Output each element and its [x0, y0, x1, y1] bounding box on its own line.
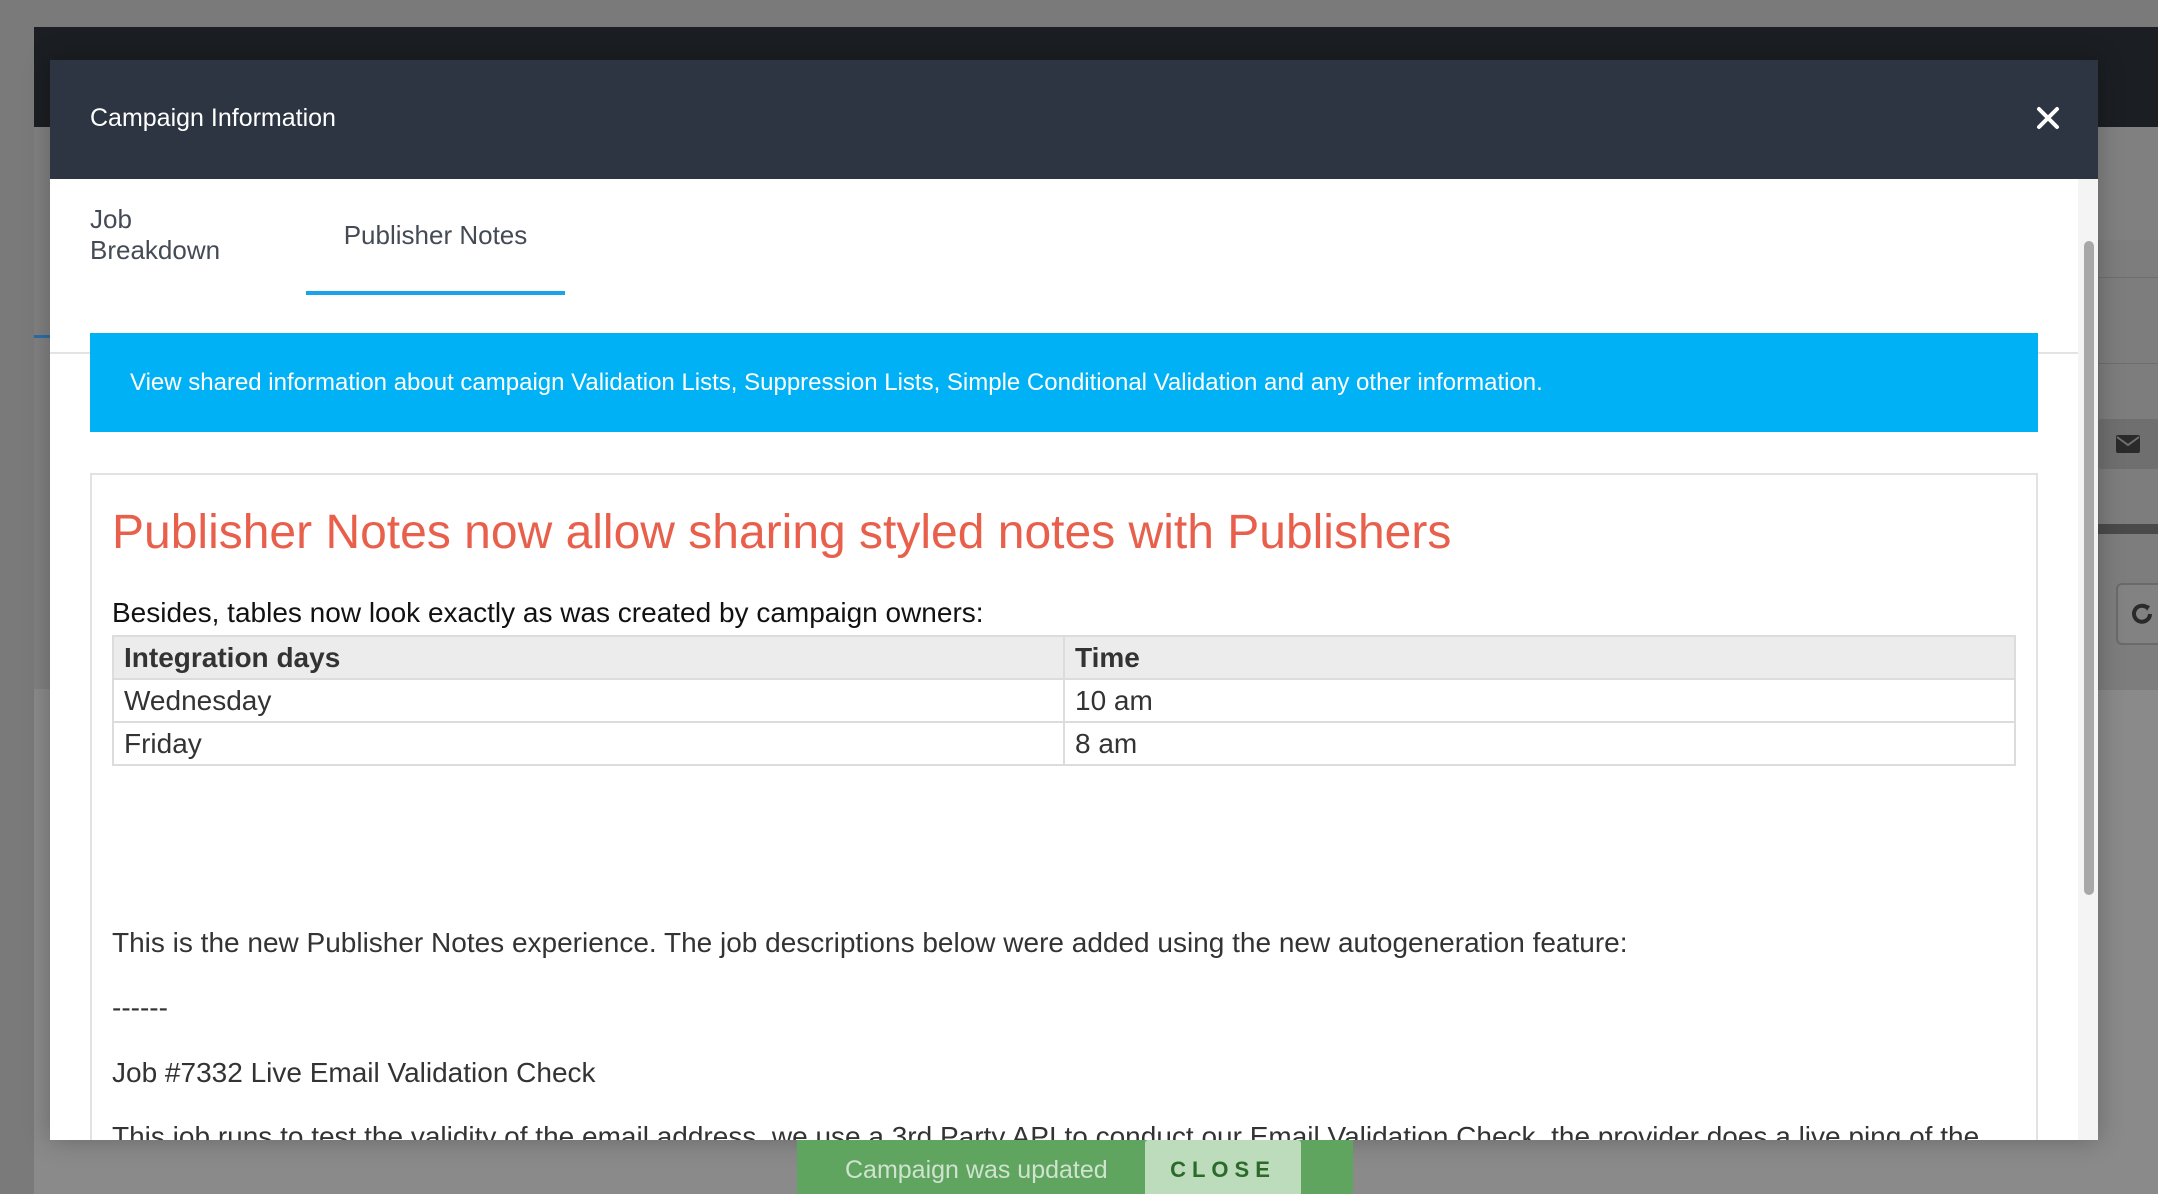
table-row: Wednesday 10 am: [112, 678, 2016, 723]
job-title: Job #7332 Live Email Validation Check: [112, 1057, 596, 1088]
modal-close-button[interactable]: [2028, 98, 2068, 138]
modal-tabs: Job Breakdown Publisher Notes: [50, 179, 2078, 354]
toast-message: Campaign was updated: [845, 1155, 1108, 1184]
refresh-icon: [2132, 603, 2152, 624]
envelope-icon: [2116, 435, 2140, 453]
table-cell: Wednesday: [112, 678, 1065, 723]
modal-scrollbar-thumb[interactable]: [2084, 241, 2094, 895]
notes-paragraph: This is the new Publisher Notes experien…: [112, 927, 1628, 958]
tab-job-breakdown[interactable]: Job Breakdown: [90, 179, 268, 291]
job-description: This job runs to test the validity of th…: [112, 1121, 1980, 1140]
notes-separator: ------: [112, 992, 168, 1023]
modal-header: Campaign Information: [50, 60, 2098, 179]
background-divider: [2098, 363, 2158, 364]
table-cell: Friday: [112, 721, 1065, 766]
toast-notification: Campaign was updated CLOSE: [797, 1140, 1353, 1194]
table-row: Friday 8 am: [112, 721, 2016, 766]
close-icon: [2037, 107, 2059, 129]
table-header-cell: Integration days: [112, 635, 1065, 680]
background-progress-bar: [2098, 524, 2158, 534]
background-refresh-button: [2116, 583, 2158, 645]
table-header-cell: Time: [1063, 635, 2016, 680]
modal-scrollbar[interactable]: [2078, 179, 2098, 1140]
info-banner-text: View shared information about campaign V…: [130, 368, 1543, 396]
background-mail-button: [2098, 419, 2158, 469]
tab-publisher-notes[interactable]: Publisher Notes: [306, 179, 565, 295]
modal-title: Campaign Information: [90, 104, 336, 132]
notes-subheading: Besides, tables now look exactly as was …: [112, 597, 984, 628]
table-header-row: Integration days Time: [112, 635, 2016, 680]
info-banner: View shared information about campaign V…: [90, 333, 2038, 432]
background-divider: [2098, 277, 2158, 278]
background-tab-indicator: [34, 335, 50, 338]
notes-heading: Publisher Notes now allow sharing styled…: [112, 506, 1452, 559]
table-cell: 10 am: [1063, 678, 2016, 723]
integration-table: Integration days Time Wednesday 10 am Fr…: [112, 635, 2016, 766]
publisher-notes-content: Publisher Notes now allow sharing styled…: [90, 473, 2038, 1140]
toast-close-button[interactable]: CLOSE: [1145, 1140, 1301, 1194]
campaign-information-modal: Campaign Information Job Breakdown Publi…: [50, 60, 2098, 1140]
table-cell: 8 am: [1063, 721, 2016, 766]
